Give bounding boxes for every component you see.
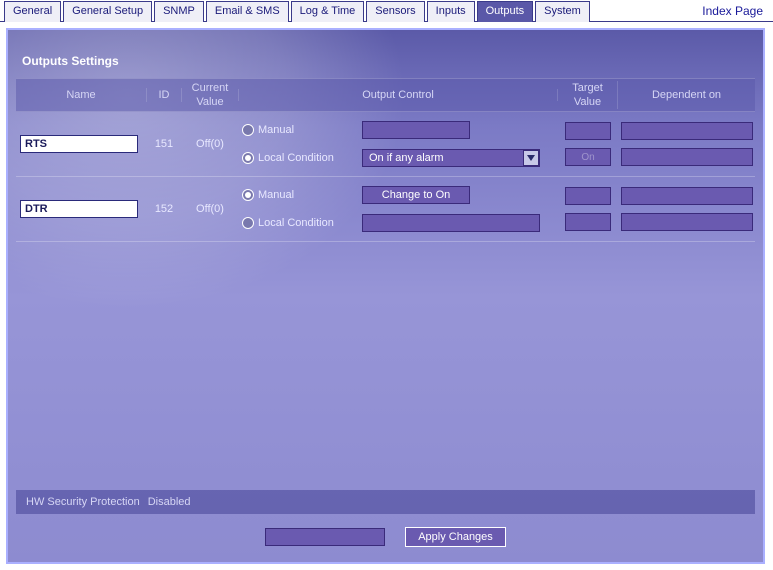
dropdown-value: On if any alarm bbox=[363, 152, 523, 164]
col-header-id: ID bbox=[146, 88, 182, 102]
dependent-on-local bbox=[621, 148, 753, 166]
output-name-input[interactable] bbox=[20, 135, 138, 153]
tab-general[interactable]: General bbox=[4, 1, 61, 22]
hw-security-row: HW Security Protection Disabled bbox=[16, 490, 755, 514]
col-header-target: Target Value bbox=[558, 81, 618, 109]
tab-log-time[interactable]: Log & Time bbox=[291, 1, 365, 22]
tab-inputs[interactable]: Inputs bbox=[427, 1, 475, 22]
chevron-down-icon[interactable] bbox=[523, 150, 539, 166]
label-local-condition: Local Condition bbox=[258, 217, 358, 229]
panel-footer: HW Security Protection Disabled Apply Ch… bbox=[16, 490, 755, 550]
column-header-row: Name ID Current Value Output Control Tar… bbox=[16, 78, 755, 112]
dependent-on-manual bbox=[621, 187, 753, 205]
label-manual: Manual bbox=[258, 124, 358, 136]
target-value-manual bbox=[565, 122, 611, 140]
hw-security-value: Disabled bbox=[148, 496, 191, 508]
section-title: Outputs Settings bbox=[16, 50, 755, 78]
target-value-local: On bbox=[565, 148, 611, 166]
tab-system[interactable]: System bbox=[535, 1, 590, 22]
hw-security-label: HW Security Protection bbox=[26, 496, 140, 508]
radio-local-condition[interactable] bbox=[242, 152, 254, 164]
target-value-local bbox=[565, 213, 611, 231]
output-id: 152 bbox=[146, 181, 182, 237]
local-condition-dropdown-disabled bbox=[362, 214, 540, 232]
output-row-rts: 151 Off(0) Manual Local Condition On bbox=[16, 112, 755, 177]
col-header-dependent: Dependent on bbox=[618, 89, 755, 101]
target-value-manual bbox=[565, 187, 611, 205]
col-header-name: Name bbox=[16, 89, 146, 101]
change-to-on-button[interactable]: Change to On bbox=[362, 186, 470, 204]
label-manual: Manual bbox=[258, 189, 358, 201]
col-header-control: Output Control bbox=[238, 89, 558, 101]
output-current-value: Off(0) bbox=[182, 116, 238, 172]
tab-snmp[interactable]: SNMP bbox=[154, 1, 204, 22]
label-local-condition: Local Condition bbox=[258, 152, 358, 164]
tab-outputs[interactable]: Outputs bbox=[477, 1, 534, 22]
dependent-on-manual bbox=[621, 122, 753, 140]
tab-general-setup[interactable]: General Setup bbox=[63, 1, 152, 22]
radio-local-condition[interactable] bbox=[242, 217, 254, 229]
dependent-on-local bbox=[621, 213, 753, 231]
footer-spacer-box bbox=[265, 528, 385, 546]
tab-bar: General General Setup SNMP Email & SMS L… bbox=[0, 0, 773, 22]
col-header-current: Current Value bbox=[182, 81, 238, 109]
tab-email-sms[interactable]: Email & SMS bbox=[206, 1, 289, 22]
manual-button-disabled bbox=[362, 121, 470, 139]
tab-sensors[interactable]: Sensors bbox=[366, 1, 424, 22]
apply-changes-button[interactable]: Apply Changes bbox=[405, 527, 506, 547]
outputs-panel: Outputs Settings Name ID Current Value O… bbox=[6, 28, 765, 564]
output-id: 151 bbox=[146, 116, 182, 172]
output-name-input[interactable] bbox=[20, 200, 138, 218]
radio-manual[interactable] bbox=[242, 124, 254, 136]
index-page-link[interactable]: Index Page bbox=[702, 0, 773, 21]
output-current-value: Off(0) bbox=[182, 181, 238, 237]
output-row-dtr: 152 Off(0) Manual Change to On Local Con… bbox=[16, 177, 755, 242]
radio-manual[interactable] bbox=[242, 189, 254, 201]
local-condition-dropdown[interactable]: On if any alarm bbox=[362, 149, 540, 167]
